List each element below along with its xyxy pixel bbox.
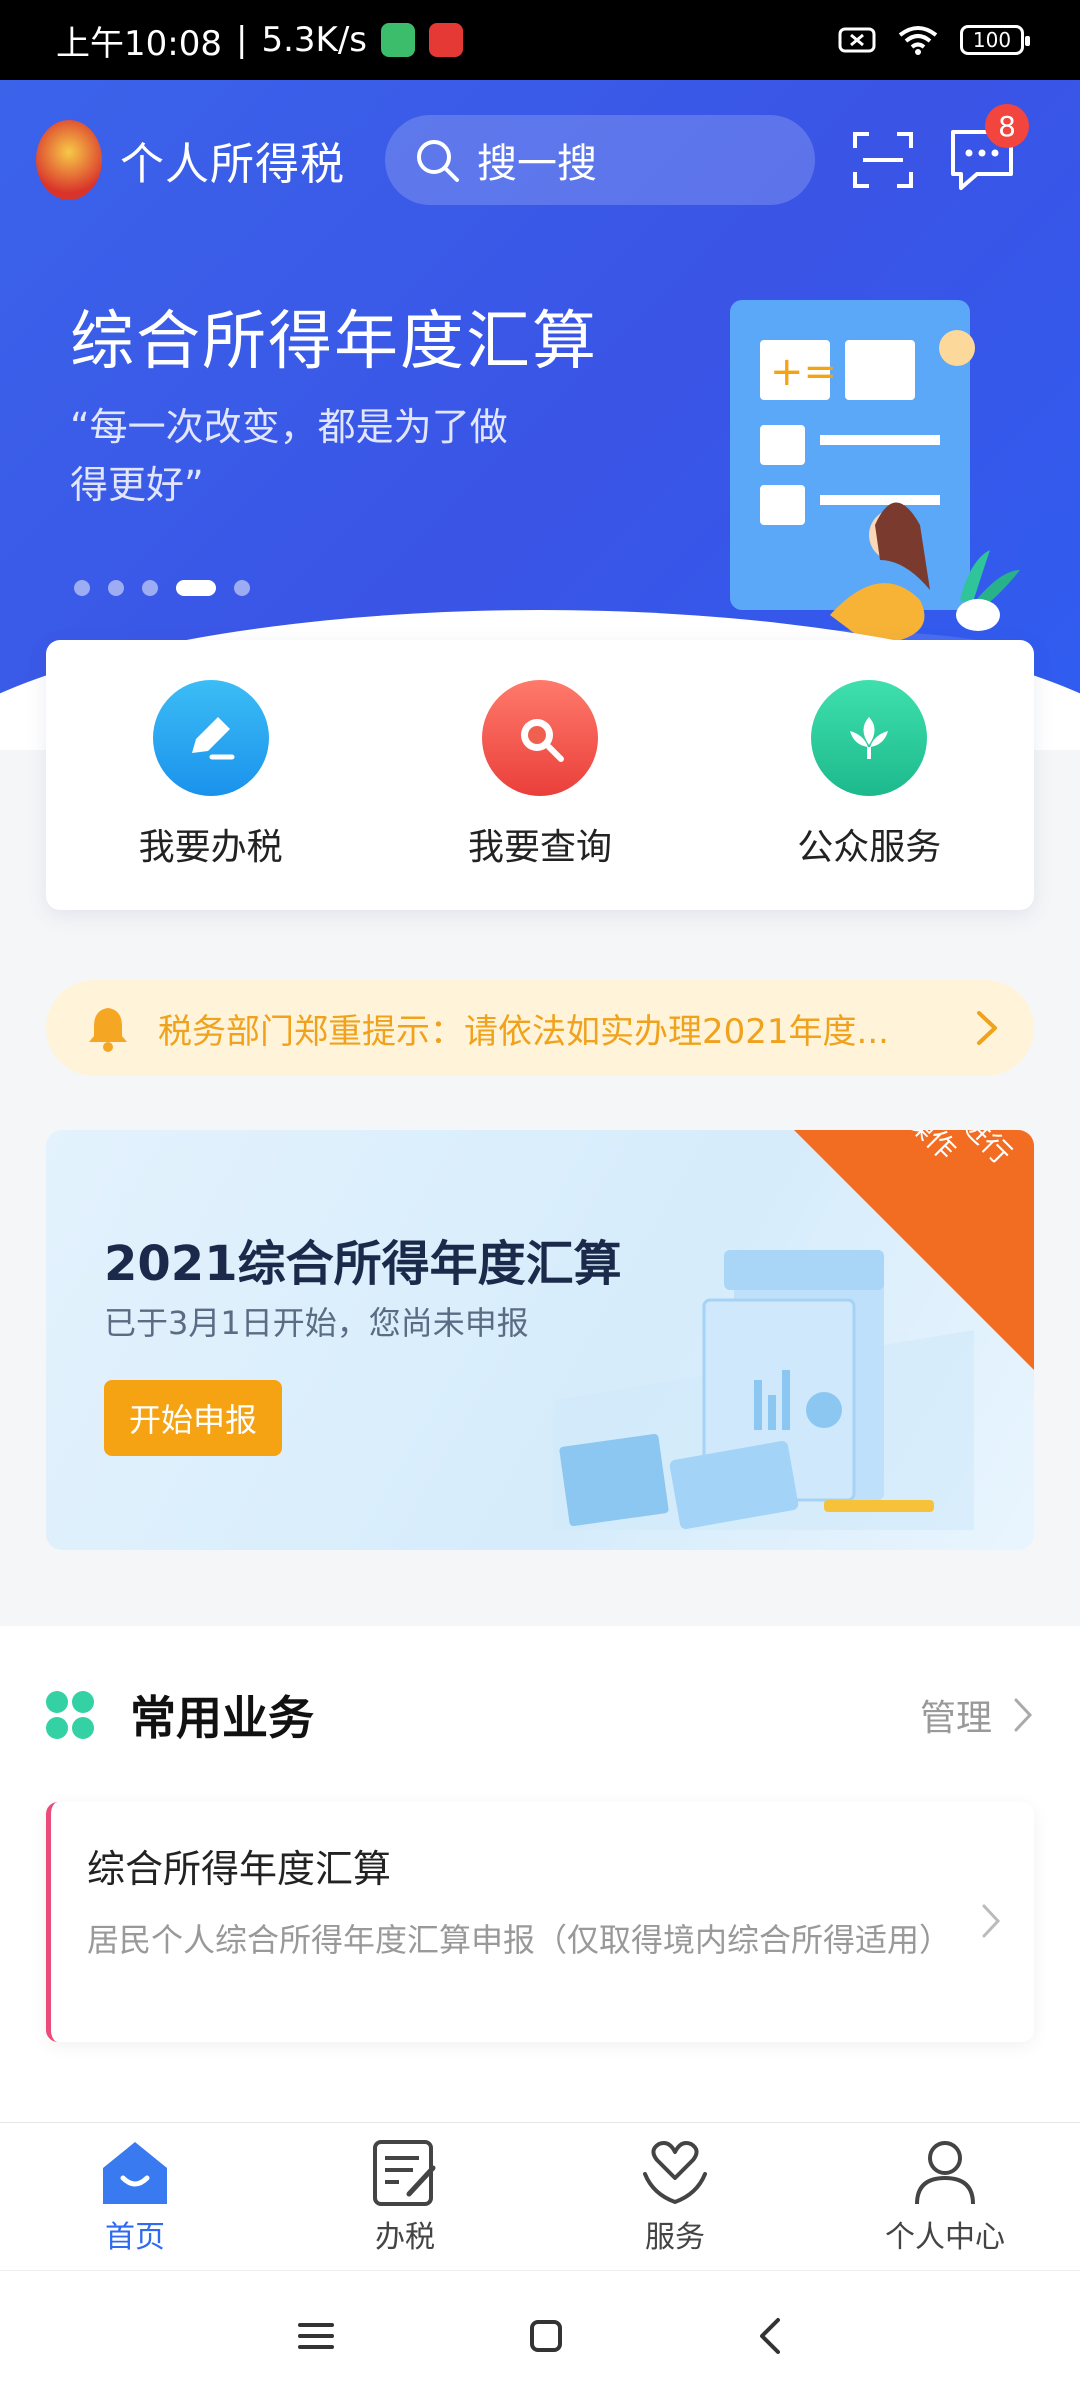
banner-title: 2021综合所得年度汇算	[104, 1236, 622, 1292]
nav-tax-label: 办税	[375, 2219, 435, 2255]
bell-icon	[89, 1008, 127, 1052]
nav-profile-label: 个人中心	[885, 2219, 1005, 2255]
manage-label: 管理	[919, 1698, 992, 1739]
search-input[interactable]: 搜一搜	[385, 115, 815, 205]
scan-icon[interactable]	[851, 128, 915, 192]
hero-headline: 综合所得年度汇算	[70, 305, 598, 379]
menu-icon[interactable]	[296, 2319, 336, 2353]
apps-grid-icon	[46, 1691, 94, 1739]
public-service-action[interactable]: 公众服务	[739, 680, 999, 870]
service-item-description: 居民个人综合所得年度汇算申报（仅取得境内综合所得适用）	[87, 1921, 952, 1959]
service-item-title: 综合所得年度汇算	[87, 1847, 392, 1891]
notice-text: 税务部门郑重提示：请依法如实办理2021年度...	[158, 1011, 889, 1052]
network-speed: 5.3K/s	[261, 20, 367, 60]
wifi-icon	[898, 26, 938, 55]
service-item-annual-settlement[interactable]: 综合所得年度汇算 居民个人综合所得年度汇算申报（仅取得境内综合所得适用）	[46, 1802, 1034, 2042]
manage-button[interactable]: 管理	[920, 1689, 1034, 1741]
carousel-dot-active	[176, 580, 216, 596]
tax-filing-action[interactable]: 我要办税	[81, 680, 341, 870]
nav-service-label: 服务	[645, 2219, 705, 2255]
nav-profile[interactable]: 个人中心	[835, 2138, 1055, 2256]
svg-text:+=: +=	[770, 349, 837, 395]
query-label: 我要查询	[467, 827, 612, 868]
nav-home[interactable]: 首页	[25, 2138, 245, 2256]
system-navigation-bar	[0, 2270, 1080, 2400]
message-count-badge: 8	[985, 104, 1029, 148]
app-title: 个人所得税	[120, 139, 345, 190]
tax-emblem-logo	[36, 120, 102, 200]
nav-home-label: 首页	[105, 2219, 165, 2255]
lotus-icon	[811, 680, 928, 796]
person-icon	[915, 2140, 975, 2204]
magnifier-icon	[481, 680, 598, 796]
carousel-dot	[74, 580, 90, 596]
banner-subtitle: 已于3月1日开始，您尚未申报	[104, 1304, 529, 1342]
heart-hands-icon	[643, 2140, 707, 2204]
pencil-icon	[152, 680, 269, 796]
battery-indicator: 100	[960, 25, 1030, 55]
messages-button[interactable]: 8	[947, 104, 1029, 192]
chevron-right-icon	[977, 1011, 997, 1045]
start-declare-button[interactable]: 开始申报	[104, 1380, 282, 1456]
home-square-icon[interactable]	[528, 2318, 564, 2354]
query-action[interactable]: 我要查询	[410, 680, 670, 870]
section-title: 常用业务	[130, 1691, 314, 1745]
notice-bar[interactable]: 税务部门郑重提示：请依法如实办理2021年度...	[46, 980, 1034, 1076]
hero-quote: “每一次改变，都是为了做得更好”	[70, 405, 508, 507]
carousel-dot	[142, 580, 158, 596]
quick-actions-card: 我要办税 我要查询 公众服务	[46, 640, 1034, 910]
sim-off-icon	[838, 27, 876, 53]
annual-settlement-banner[interactable]: 进入专题页进行更多操作 2021综合所得年度汇算 已于3月1日开始，您尚未申报 …	[46, 1130, 1034, 1550]
carousel-indicator	[74, 580, 250, 596]
nav-tax[interactable]: 办税	[295, 2138, 515, 2256]
search-icon	[417, 140, 459, 182]
app-header: 个人所得税 搜一搜 8	[0, 80, 1080, 240]
chevron-right-icon	[982, 1904, 1001, 1938]
xiaohongshu-app-icon	[429, 23, 463, 57]
status-time: 上午10:08	[56, 23, 222, 64]
carousel-dot	[108, 580, 124, 596]
shield-app-icon	[381, 23, 415, 57]
status-bar: 上午10:08 | 5.3K/s 100	[0, 0, 1080, 80]
common-services-header: 常用业务 管理	[46, 1682, 1034, 1748]
tax-filing-label: 我要办税	[138, 827, 283, 868]
topic-page-corner-ribbon[interactable]: 进入专题页进行更多操作	[794, 1130, 1034, 1370]
common-services-section: 常用业务 管理 综合所得年度汇算 居民个人综合所得年度汇算申报（仅取得境内综合所…	[0, 1626, 1080, 2126]
document-edit-icon	[373, 2139, 436, 2206]
carousel-dot	[234, 580, 250, 596]
bottom-navigation: 首页 办税 服务 个人中心	[0, 2122, 1080, 2270]
hero-illustration: +=	[620, 300, 1030, 690]
home-icon	[103, 2141, 167, 2204]
chevron-right-icon	[1014, 1698, 1033, 1732]
back-icon[interactable]	[756, 2316, 784, 2356]
nav-service[interactable]: 服务	[565, 2138, 785, 2256]
public-service-label: 公众服务	[797, 827, 942, 868]
search-placeholder: 搜一搜	[477, 141, 597, 187]
